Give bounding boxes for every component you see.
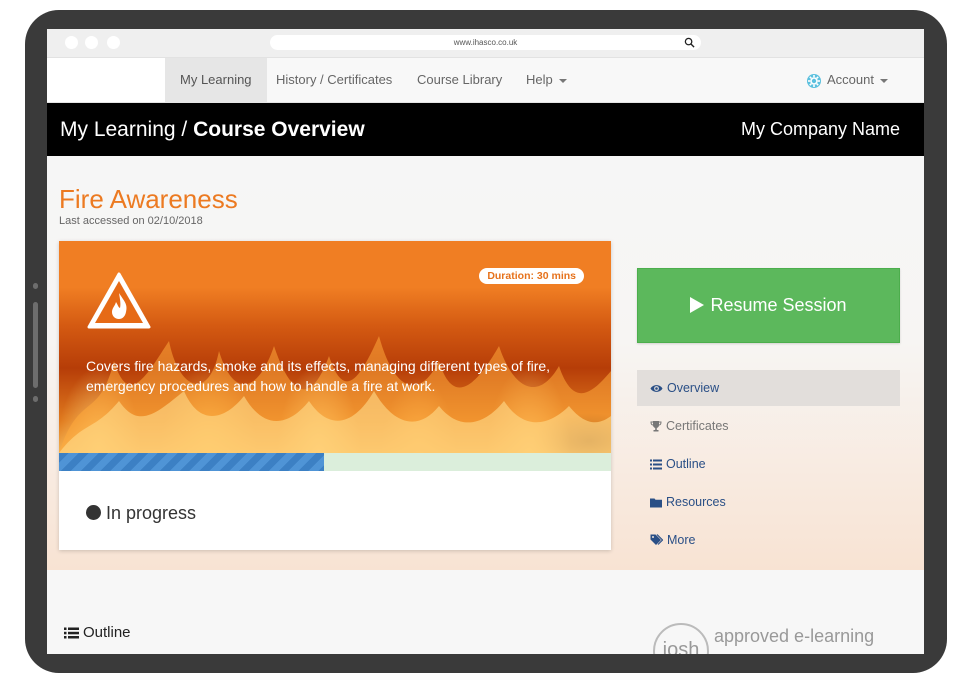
nav-account-label: Account xyxy=(827,72,874,87)
window-close-dot[interactable] xyxy=(65,36,78,49)
resume-session-button[interactable]: Resume Session xyxy=(637,268,900,343)
side-menu-more[interactable]: More xyxy=(637,522,900,558)
resume-session-label: Resume Session xyxy=(710,295,847,315)
outline-heading-label: Outline xyxy=(83,624,131,641)
side-menu-certificates-label: Certificates xyxy=(666,419,729,433)
account-gear-icon xyxy=(807,73,821,88)
list-icon xyxy=(650,459,662,470)
chevron-down-icon xyxy=(558,78,567,83)
play-icon xyxy=(690,297,705,313)
approved-elearning-text: approved e-learning xyxy=(714,626,875,646)
list-icon xyxy=(64,627,79,639)
side-menu-certificates[interactable]: Certificates xyxy=(637,408,900,444)
nav-history-certificates-label: History / Certificates xyxy=(276,72,393,87)
nav-my-learning-label: My Learning xyxy=(180,72,252,87)
side-menu-more-label: More xyxy=(667,533,696,547)
nav-help-dropdown[interactable]: Help xyxy=(512,58,581,102)
course-title: Fire Awareness xyxy=(59,184,238,214)
course-banner: Duration: 30 mins Covers fire hazards, s… xyxy=(59,241,611,453)
address-bar[interactable]: www.ihasco.co.uk xyxy=(270,35,701,50)
folder-icon xyxy=(650,498,662,508)
course-side-menu: Overview Certificates Outline Resources … xyxy=(637,370,900,560)
search-icon[interactable] xyxy=(684,37,695,48)
side-menu-resources[interactable]: Resources xyxy=(637,484,900,520)
page-header-bar: My Learning / Course Overview My Company… xyxy=(47,103,924,156)
chevron-down-icon xyxy=(879,78,888,83)
tablet-side-button xyxy=(33,283,38,289)
iosh-logo: josh xyxy=(653,623,709,654)
side-menu-resources-label: Resources xyxy=(666,495,726,509)
page-title: My Learning / Course Overview xyxy=(60,103,365,156)
nav-course-library-label: Course Library xyxy=(417,72,503,87)
nav-account-dropdown[interactable]: Account xyxy=(792,58,902,102)
side-menu-outline[interactable]: Outline xyxy=(637,446,900,482)
tags-icon xyxy=(650,534,664,545)
eye-icon xyxy=(650,385,663,392)
nav-help-label: Help xyxy=(526,72,553,87)
side-menu-outline-label: Outline xyxy=(666,457,706,471)
course-card: Duration: 30 mins Covers fire hazards, s… xyxy=(59,241,611,550)
trophy-icon xyxy=(650,421,662,432)
status-circle-icon xyxy=(86,505,101,520)
tablet-side-button-lower xyxy=(33,396,38,402)
tablet-volume-button xyxy=(33,302,38,388)
course-overview-section: Fire Awareness Last accessed on 02/10/20… xyxy=(47,156,924,570)
company-name: My Company Name xyxy=(740,119,900,139)
breadcrumb-current: Course Overview xyxy=(193,118,365,141)
browser-chrome: www.ihasco.co.uk xyxy=(47,29,924,58)
side-menu-overview[interactable]: Overview xyxy=(637,370,900,406)
address-url: www.ihasco.co.uk xyxy=(453,38,518,47)
progress-bar xyxy=(59,453,611,471)
top-navbar: My Learning History / Certificates Cours… xyxy=(47,58,924,103)
window-minimize-dot[interactable] xyxy=(85,36,98,49)
nav-history-certificates[interactable]: History / Certificates xyxy=(262,58,406,102)
breadcrumb-parent[interactable]: My Learning / xyxy=(60,118,193,141)
nav-course-library[interactable]: Course Library xyxy=(403,58,516,102)
window-maximize-dot[interactable] xyxy=(107,36,120,49)
last-accessed-text: Last accessed on 02/10/2018 xyxy=(59,215,203,227)
side-menu-overview-label: Overview xyxy=(667,381,720,395)
brand-logo-area[interactable] xyxy=(47,58,165,102)
duration-badge: Duration: 30 mins xyxy=(479,268,584,284)
fire-hazard-icon xyxy=(87,272,151,329)
progress-bar-fill xyxy=(59,453,324,471)
course-status: In progress xyxy=(86,503,196,524)
screen: www.ihasco.co.uk My Learning History / C… xyxy=(47,29,924,654)
course-status-label: In progress xyxy=(106,503,197,523)
outline-heading: Outline xyxy=(64,624,131,641)
course-description: Covers fire hazards, smoke and its effec… xyxy=(86,358,551,394)
iosh-logo-text: josh xyxy=(662,639,700,654)
nav-my-learning[interactable]: My Learning xyxy=(165,58,267,102)
